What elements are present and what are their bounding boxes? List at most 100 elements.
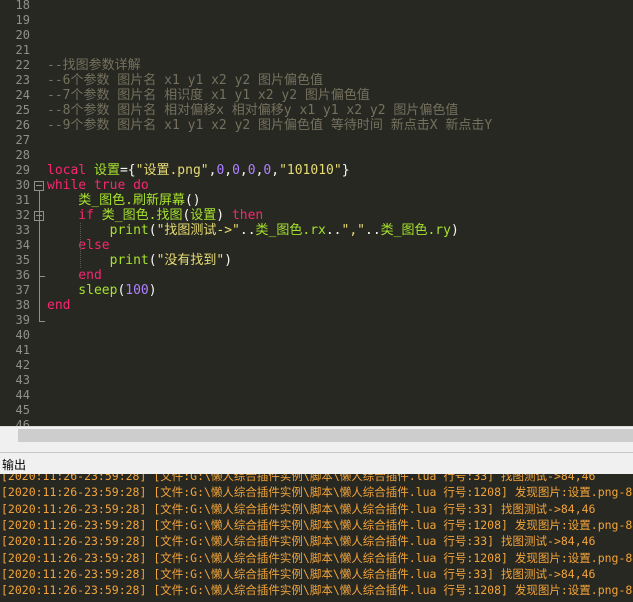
code-token: 设置 xyxy=(190,208,217,223)
line-number: 20 xyxy=(15,28,30,42)
code-token: } xyxy=(341,163,350,178)
code-token: while true do xyxy=(47,178,149,193)
fold-toggle-icon[interactable] xyxy=(34,181,44,191)
log-line: [2020:11:26-23:59:28] [文件:G:\懒人综合插件实例\脚本… xyxy=(1,534,596,549)
code-line[interactable]: print("找图测试->"..类_图色.rx..","..类_图色.ry) xyxy=(47,223,459,238)
code-token: ) xyxy=(450,223,459,238)
code-token: sleep xyxy=(47,283,118,298)
line-number: 19 xyxy=(15,13,30,27)
code-token: "没有找到" xyxy=(156,253,225,268)
code-line[interactable]: --7个参数 图片名 相识度 x1 y1 x2 y2 图片偏色值 xyxy=(47,88,370,103)
line-number: 38 xyxy=(15,298,30,312)
code-line[interactable]: --找图参数详解 xyxy=(47,58,141,73)
line-number: 42 xyxy=(15,358,30,372)
code-token: ={ xyxy=(119,163,136,178)
log-line: [2020:11:26-23:59:28] [文件:G:\懒人综合插件实例\脚本… xyxy=(1,485,633,500)
line-number: 41 xyxy=(15,343,30,357)
line-number: 23 xyxy=(15,73,30,87)
code-token: () xyxy=(184,193,201,208)
line-number: 33 xyxy=(15,223,30,237)
scrollbar-thumb[interactable] xyxy=(18,429,633,442)
code-token: ( xyxy=(148,223,157,238)
line-number: 34 xyxy=(15,238,30,252)
code-line[interactable]: 类_图色.刷新屏幕() xyxy=(47,193,201,208)
code-token: 类_图色.ry xyxy=(380,223,451,238)
code-line[interactable]: else xyxy=(47,238,110,253)
code-token: 类_图色.找图 xyxy=(101,208,183,223)
code-token: 类_图色.刷新屏幕 xyxy=(47,193,185,208)
code-line[interactable]: --8个参数 图片名 相对偏移x 相对偏移y x1 y1 x2 y2 图片偏色值 xyxy=(47,103,458,118)
code-token: end xyxy=(47,298,71,313)
line-number: 30 xyxy=(15,178,30,192)
code-editor[interactable]: 18 19 20 21 22 23 24 25 26 27 28 29 30 31 32 33 34 35 36 37… xyxy=(0,0,633,426)
log-line: [2020:11:26-23:59:28] [文件:G:\懒人综合插件实例\脚本… xyxy=(1,501,596,516)
log-line: [2020:11:26-23:59:28] [文件:G:\懒人综合插件实例\脚本… xyxy=(1,517,633,532)
code-line[interactable]: local 设置={"设置.png",0,0,0,0,"101010"} xyxy=(47,163,350,178)
line-number: 18 xyxy=(15,0,30,12)
code-token: ) xyxy=(224,253,233,268)
line-number: 35 xyxy=(15,253,30,267)
line-number: 40 xyxy=(15,328,30,342)
fold-end-mark xyxy=(39,321,45,322)
code-token: "," xyxy=(341,223,365,238)
code-line[interactable]: while true do xyxy=(47,178,149,193)
code-line[interactable]: --6个参数 图片名 x1 y1 x2 y2 图片偏色值 xyxy=(47,73,323,88)
code-token: then xyxy=(231,208,264,223)
line-number: 39 xyxy=(15,313,30,327)
fold-line xyxy=(39,191,40,321)
line-number: 31 xyxy=(15,193,30,207)
code-token: if xyxy=(47,208,102,223)
line-number: 21 xyxy=(15,43,30,57)
code-token: .. xyxy=(365,223,381,238)
code-token: .. xyxy=(325,223,342,238)
code-token: print xyxy=(47,253,149,268)
code-token: , xyxy=(271,163,280,178)
output-panel[interactable]: [2020:11:26-23:59:28] [文件:G:\懒人综合插件实例\脚本… xyxy=(0,474,633,602)
line-number: 43 xyxy=(15,373,30,387)
splitter[interactable] xyxy=(0,444,633,452)
code-token: "找图测试->" xyxy=(156,223,240,238)
code-line[interactable]: print("没有找到") xyxy=(47,253,232,268)
line-number-gutter: 18 19 20 21 22 23 24 25 26 27 28 29 30 31 32 33 34 35 36 37… xyxy=(0,0,32,426)
code-token: --8个参数 图片名 相对偏移x 相对偏移y x1 y1 x2 y2 图片偏色值 xyxy=(47,103,459,118)
output-panel-title: 输出 xyxy=(2,458,27,472)
line-number: 24 xyxy=(15,88,30,102)
log-line: [2020:11:26-23:59:28] [文件:G:\懒人综合插件实例\脚本… xyxy=(1,583,633,598)
log-line: [2020:11:26-23:59:28] [文件:G:\懒人综合插件实例\脚本… xyxy=(1,474,596,483)
code-token: .. xyxy=(239,223,256,238)
line-number: 22 xyxy=(15,58,30,72)
code-line[interactable]: --9个参数 图片名 x1 y1 x2 y2 图片偏色值 等待时间 新点击X 新… xyxy=(47,118,492,133)
code-token: "101010" xyxy=(279,163,342,178)
code-token: end xyxy=(47,268,102,283)
log-line: [2020:11:26-23:59:28] [文件:G:\懒人综合插件实例\脚本… xyxy=(1,566,596,581)
code-line[interactable]: if 类_图色.找图(设置) then xyxy=(47,208,263,223)
code-token: print xyxy=(47,223,149,238)
code-token: ) xyxy=(216,208,232,223)
code-token: 0 xyxy=(247,163,256,178)
code-line[interactable]: end xyxy=(47,268,102,283)
code-token: else xyxy=(47,238,110,253)
code-token: --找图参数详解 xyxy=(47,58,141,73)
code-token: 0 xyxy=(232,163,240,178)
code-token: 类_图色.rx xyxy=(255,223,326,238)
code-token: , xyxy=(239,163,248,178)
code-line[interactable]: sleep(100) xyxy=(47,283,156,298)
code-token: local xyxy=(47,163,94,178)
line-number: 44 xyxy=(15,388,30,402)
line-number: 27 xyxy=(15,133,30,147)
line-number: 36 xyxy=(15,268,30,282)
code-token: , xyxy=(224,163,233,178)
line-number: 28 xyxy=(15,148,30,162)
indent-guide xyxy=(80,223,82,268)
code-token: --6个参数 图片名 x1 y1 x2 y2 图片偏色值 xyxy=(47,73,324,88)
log-line: [2020:11:26-23:59:28] [文件:G:\懒人综合插件实例\脚本… xyxy=(1,550,633,565)
code-token: 100 xyxy=(125,283,149,298)
line-number: 29 xyxy=(15,163,30,177)
code-token: --7个参数 图片名 相识度 x1 y1 x2 y2 图片偏色值 xyxy=(47,88,370,103)
line-number: 45 xyxy=(15,403,30,417)
code-token: 设置 xyxy=(93,163,120,178)
code-line[interactable]: end xyxy=(47,298,70,313)
line-number: 37 xyxy=(15,283,30,297)
code-token: "设置.png" xyxy=(135,163,209,178)
horizontal-scrollbar[interactable] xyxy=(0,426,633,444)
